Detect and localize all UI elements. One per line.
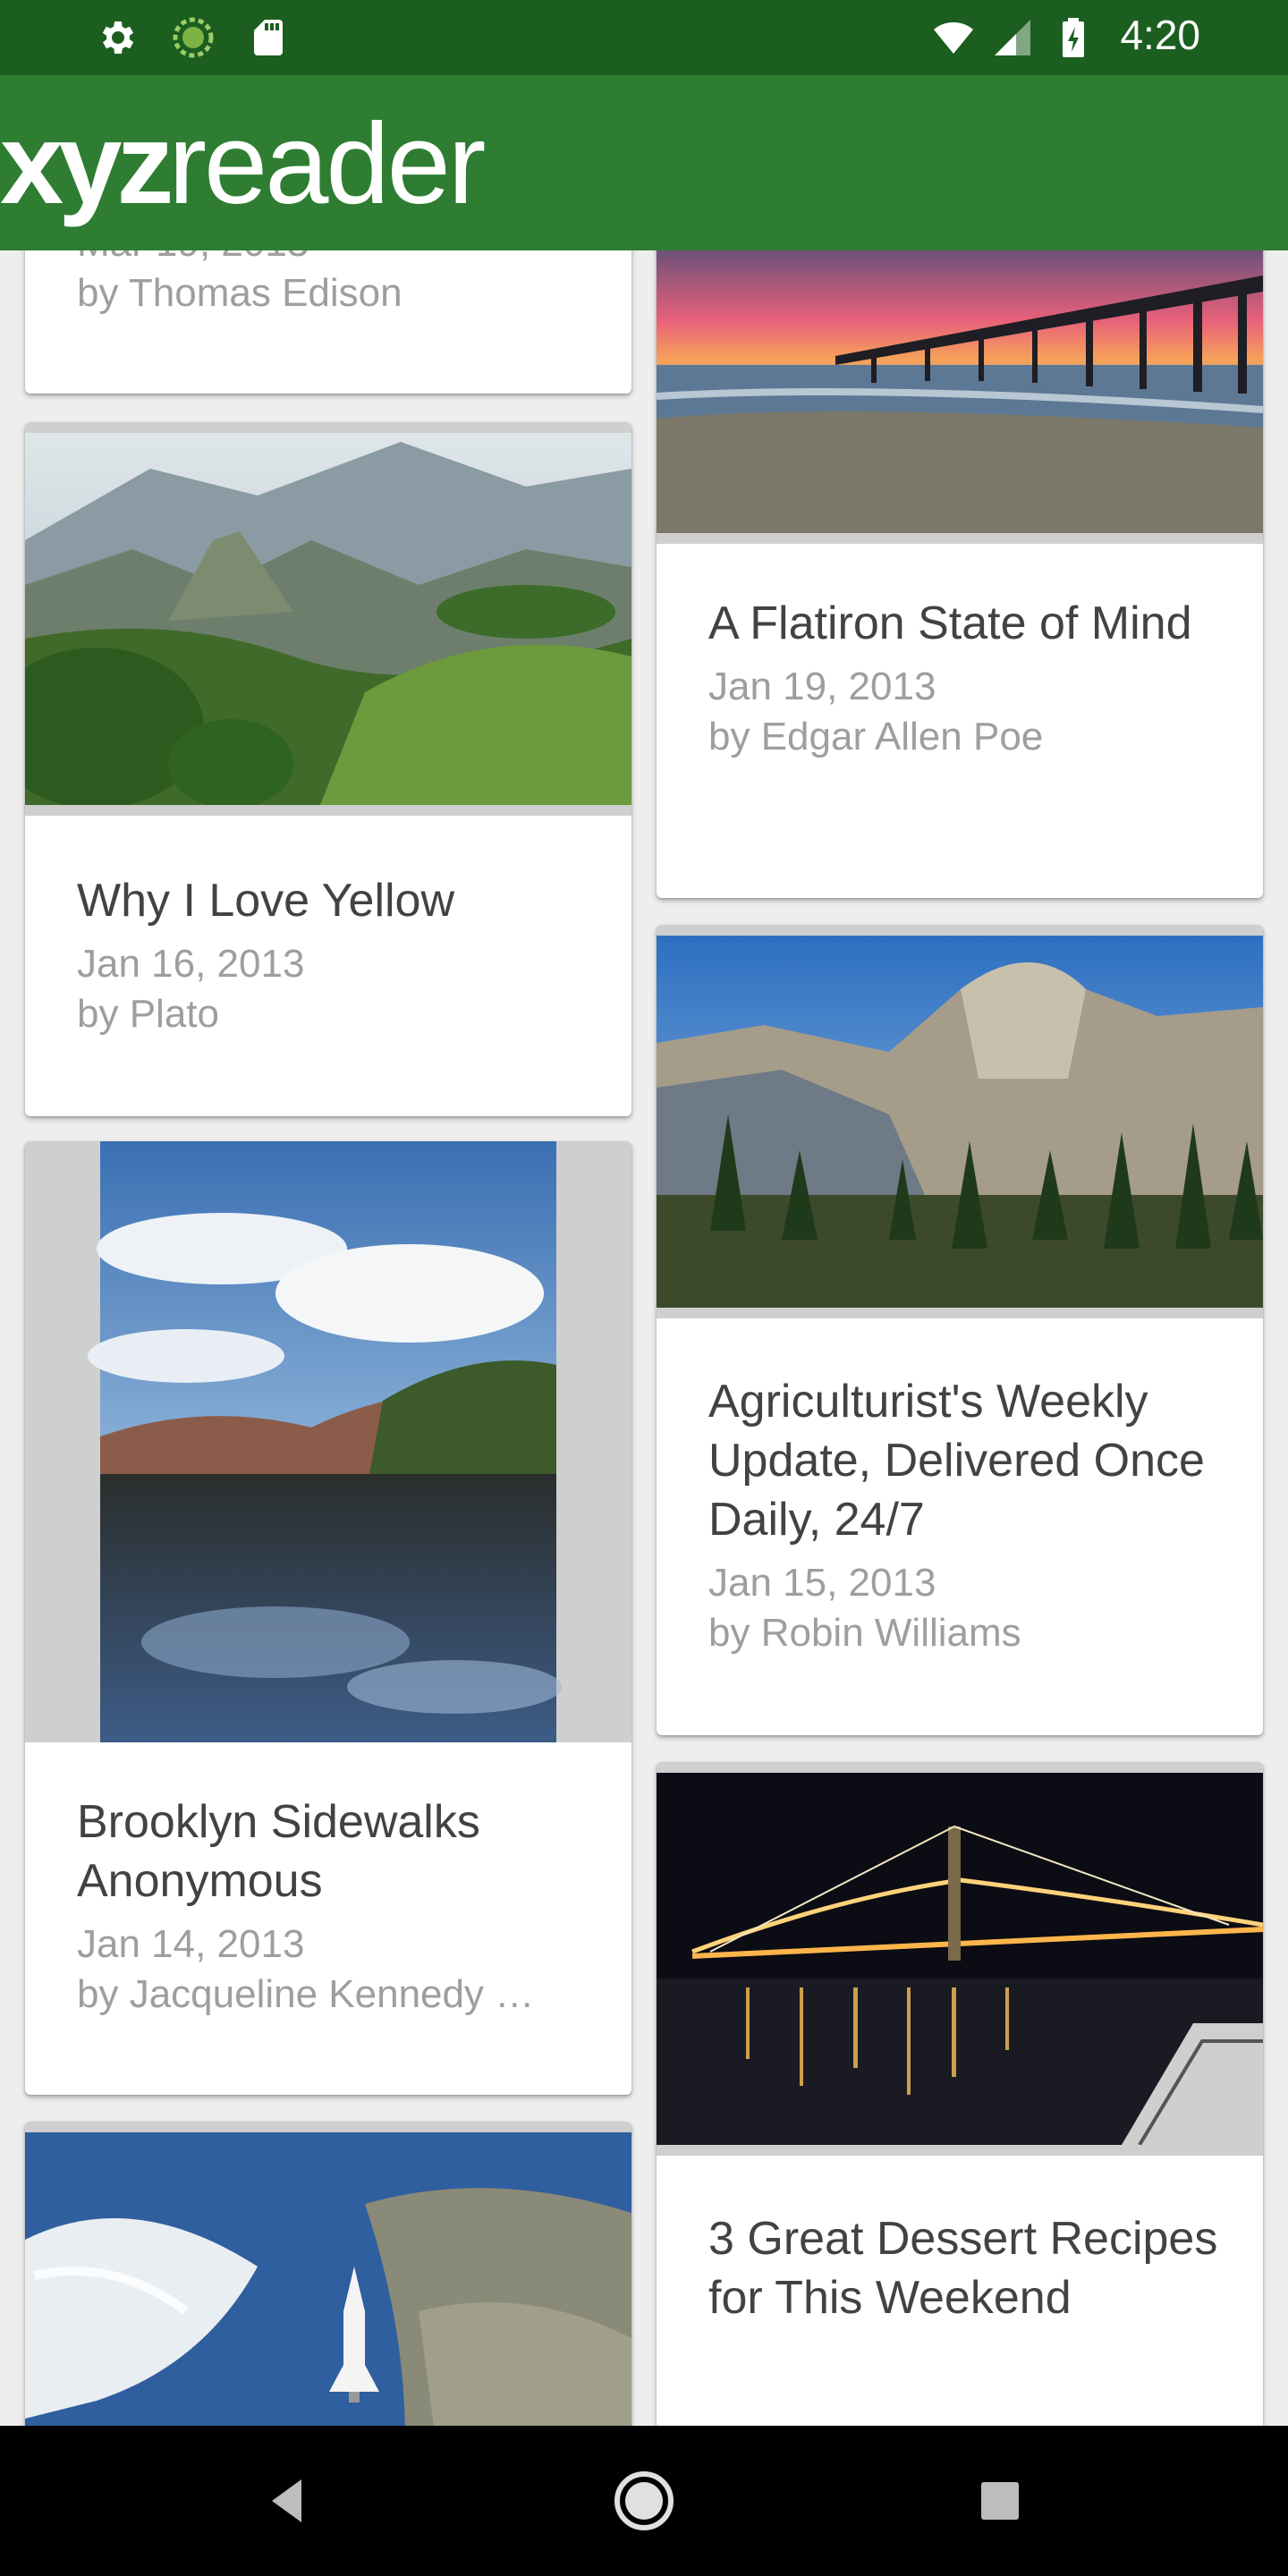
battery-charging-icon xyxy=(1063,18,1084,57)
article-author: by Jacqueline Kennedy … xyxy=(77,1972,535,2016)
article-image-bay-bridge-night xyxy=(657,1762,1263,2156)
article-author: by Plato xyxy=(77,992,219,1036)
wifi-icon xyxy=(934,21,973,54)
article-image-half-dome xyxy=(657,925,1263,1318)
article-card-yellow[interactable]: Why I Love Yellow Jan 16, 2013 by Plato xyxy=(25,422,631,1116)
signal-icon xyxy=(995,20,1030,55)
article-title: Brooklyn Sidewalks Anonymous xyxy=(77,1796,480,1907)
article-title: A Flatiron State of Mind xyxy=(708,597,1192,649)
screen: 4:20 xyzreader Mar 19, 2013 by Thomas Ed… xyxy=(0,0,1288,2576)
article-card-agri[interactable]: Agriculturist's Weekly Update, Delivered… xyxy=(657,925,1263,1735)
article-card-brooklyn[interactable]: Brooklyn Sidewalks Anonymous Jan 14, 201… xyxy=(25,1141,631,2095)
recents-icon[interactable] xyxy=(968,2469,1032,2533)
article-grid[interactable]: Mar 19, 2013 by Thomas Edison xyxy=(0,250,1288,2426)
status-bar: 4:20 xyxy=(0,0,1288,75)
article-card-thomas[interactable]: Mar 19, 2013 by Thomas Edison xyxy=(25,250,631,394)
logo-reader: reader xyxy=(168,100,486,228)
article-date: Jan 14, 2013 xyxy=(77,1922,305,1966)
article-card-dessert[interactable]: 3 Great Dessert Recipes for This Weekend xyxy=(657,1762,1263,2426)
article-author: by Edgar Allen Poe xyxy=(708,715,1044,758)
article-image-sunset-pier xyxy=(657,250,1263,544)
article-date: Jan 15, 2013 xyxy=(708,1561,936,1605)
article-card-flatiron[interactable]: A Flatiron State of Mind Jan 19, 2013 by… xyxy=(657,250,1263,898)
app-logo: xyzreader xyxy=(0,107,486,222)
article-author: by Robin Williams xyxy=(708,1611,1021,1655)
back-icon[interactable] xyxy=(256,2469,320,2533)
article-image-lake-reflection xyxy=(25,1141,631,1742)
logo-xyz: xyz xyxy=(0,100,174,228)
article-title: Why I Love Yellow xyxy=(77,875,455,927)
article-date: Jan 16, 2013 xyxy=(77,942,305,986)
article-author: by Thomas Edison xyxy=(77,271,402,315)
article-date: Jan 19, 2013 xyxy=(708,665,936,708)
home-icon[interactable] xyxy=(612,2469,676,2533)
article-card-shuttle[interactable] xyxy=(25,2122,631,2426)
article-image-misty-mountains xyxy=(25,422,631,816)
article-title: Agriculturist's Weekly Update, Delivered… xyxy=(708,1376,1205,1546)
article-date: Mar 19, 2013 xyxy=(77,250,596,268)
article-image-space-shuttle xyxy=(25,2122,631,2426)
sd-card-icon xyxy=(254,20,283,55)
navigation-bar xyxy=(0,2426,1288,2576)
sync-icon xyxy=(173,17,214,58)
article-title: 3 Great Dessert Recipes for This Weekend xyxy=(708,2213,1218,2324)
status-time: 4:20 xyxy=(1120,12,1200,58)
app-bar: xyzreader xyxy=(0,75,1288,250)
gear-icon xyxy=(102,21,134,54)
